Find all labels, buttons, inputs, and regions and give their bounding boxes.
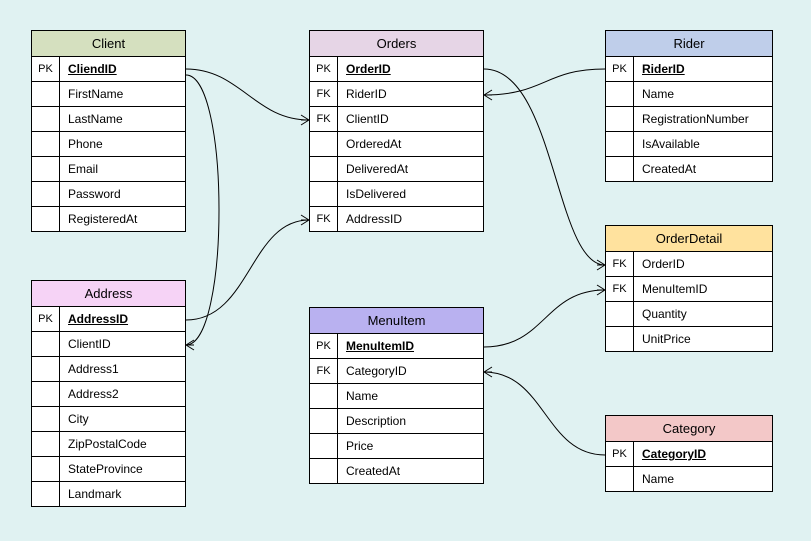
key-indicator: FK <box>606 252 634 276</box>
field-name: Email <box>60 157 185 181</box>
field-name: UnitPrice <box>634 327 772 351</box>
field-name: OrderedAt <box>338 132 483 156</box>
key-indicator: FK <box>310 107 338 131</box>
field-name: MenuItemID <box>634 277 772 301</box>
field-name: Address2 <box>60 382 185 406</box>
entity-orders: Orders PKOrderID FKRiderID FKClientID Or… <box>309 30 484 232</box>
entity-title: Category <box>606 416 772 442</box>
field-name: Name <box>338 384 483 408</box>
field-name: ZipPostalCode <box>60 432 185 456</box>
entity-title: Client <box>32 31 185 57</box>
field-name: CreatedAt <box>338 459 483 483</box>
field-name: RiderID <box>338 82 483 106</box>
field-name: OrderID <box>634 252 772 276</box>
field-name: Password <box>60 182 185 206</box>
entity-title: Orders <box>310 31 483 57</box>
entity-title: Rider <box>606 31 772 57</box>
key-indicator: PK <box>606 442 634 466</box>
key-indicator: FK <box>310 207 338 231</box>
entity-category: Category PKCategoryID Name <box>605 415 773 492</box>
field-name: Name <box>634 467 772 491</box>
field-name: Name <box>634 82 772 106</box>
field-name: CategoryID <box>634 442 772 466</box>
field-name: RegistrationNumber <box>634 107 772 131</box>
field-name: DeliveredAt <box>338 157 483 181</box>
field-name: Address1 <box>60 357 185 381</box>
entity-title: MenuItem <box>310 308 483 334</box>
key-indicator: FK <box>310 359 338 383</box>
field-name: RegisteredAt <box>60 207 185 231</box>
key-indicator: FK <box>606 277 634 301</box>
field-name: OrderID <box>338 57 483 81</box>
field-name: Price <box>338 434 483 458</box>
field-name: FirstName <box>60 82 185 106</box>
field-name: Phone <box>60 132 185 156</box>
field-name: City <box>60 407 185 431</box>
field-name: CategoryID <box>338 359 483 383</box>
entity-orderdetail: OrderDetail FKOrderID FKMenuItemID Quant… <box>605 225 773 352</box>
entity-address: Address PKAddressID ClientID Address1 Ad… <box>31 280 186 507</box>
field-name: LastName <box>60 107 185 131</box>
field-name: CreatedAt <box>634 157 772 181</box>
field-name: Landmark <box>60 482 185 506</box>
field-name: IsAvailable <box>634 132 772 156</box>
key-indicator: PK <box>310 57 338 81</box>
field-name: Description <box>338 409 483 433</box>
field-name: ClientID <box>60 332 185 356</box>
field-name: IsDelivered <box>338 182 483 206</box>
entity-menuitem: MenuItem PKMenuItemID FKCategoryID Name … <box>309 307 484 484</box>
entity-title: OrderDetail <box>606 226 772 252</box>
field-name: RiderID <box>634 57 772 81</box>
field-name: StateProvince <box>60 457 185 481</box>
key-indicator: PK <box>32 57 60 81</box>
field-name: Quantity <box>634 302 772 326</box>
field-name: AddressID <box>338 207 483 231</box>
field-name: CliendID <box>60 57 185 81</box>
key-indicator: PK <box>606 57 634 81</box>
entity-title: Address <box>32 281 185 307</box>
key-indicator: FK <box>310 82 338 106</box>
field-name: AddressID <box>60 307 185 331</box>
key-indicator: PK <box>310 334 338 358</box>
entity-client: Client PKCliendID FirstName LastName Pho… <box>31 30 186 232</box>
field-name: MenuItemID <box>338 334 483 358</box>
key-indicator: PK <box>32 307 60 331</box>
entity-rider: Rider PKRiderID Name RegistrationNumber … <box>605 30 773 182</box>
field-name: ClientID <box>338 107 483 131</box>
